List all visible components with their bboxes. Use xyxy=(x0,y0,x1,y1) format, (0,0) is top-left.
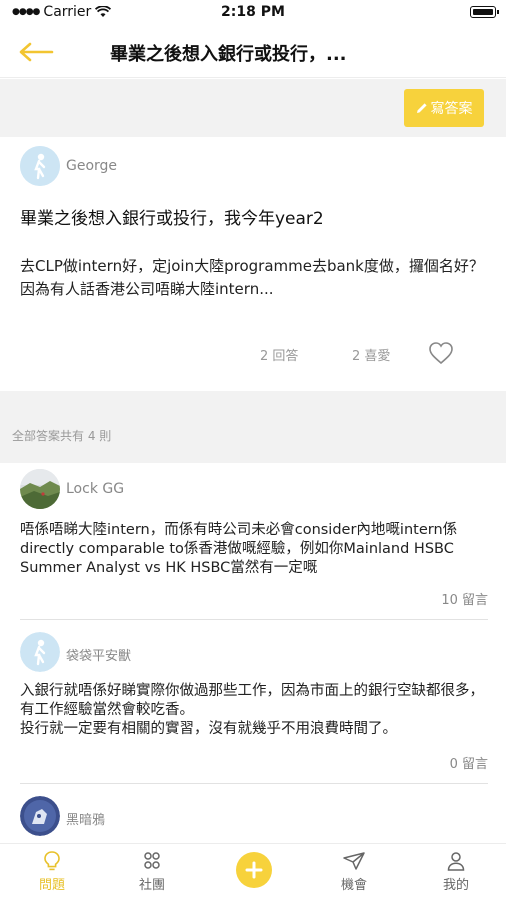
avatar[interactable] xyxy=(20,469,60,509)
landscape-photo-avatar-icon xyxy=(20,469,60,509)
heart-icon xyxy=(429,342,453,365)
question-body: 去CLP做intern好，定join大陸programme去bank度做，攞個名… xyxy=(20,257,484,298)
lightbulb-icon xyxy=(44,851,60,871)
add-question-button[interactable] xyxy=(236,852,272,888)
tab-profile[interactable]: 我的 xyxy=(426,848,486,898)
tab-label: 社團 xyxy=(138,878,165,893)
question-title: 畢業之後想入銀行或投行，我今年year2 xyxy=(20,209,324,229)
question-author[interactable]: George xyxy=(66,158,117,174)
like-button[interactable] xyxy=(428,341,454,365)
page-title: 畢業之後想入銀行或投行，... xyxy=(110,44,347,65)
default-avatar-icon xyxy=(20,632,60,672)
answer-comments-count[interactable]: 0 留言 xyxy=(450,753,488,772)
answer-author[interactable]: Lock GG xyxy=(66,481,124,497)
answers-section-header: 全部答案共有 4 則 xyxy=(0,391,506,463)
likes-count: 2 喜愛 xyxy=(352,349,391,364)
tab-label: 我的 xyxy=(442,878,469,893)
arrow-left-icon xyxy=(19,42,54,62)
status-time: 2:18 PM xyxy=(221,4,285,20)
write-answer-label: 寫答案 xyxy=(430,101,473,117)
battery-icon xyxy=(470,6,499,18)
answers-total-label: 全部答案共有 4 則 xyxy=(12,429,112,443)
write-answer-bar: 寫答案 xyxy=(0,79,506,137)
answer-author[interactable]: 袋袋平安獸 xyxy=(66,645,131,664)
answer-author[interactable]: 黑暗鴉 xyxy=(66,809,105,828)
answers-list[interactable]: Lock GG 唔係唔睇大陸intern，而係有時公司未必會consider內地… xyxy=(0,463,506,843)
back-button[interactable] xyxy=(18,38,60,66)
answer-item[interactable]: 袋袋平安獸 入銀行就唔係好睇實際你做過那些工作，因為市面上的銀行空缺都很多，有工… xyxy=(0,620,506,784)
tab-label: 問題 xyxy=(38,878,65,893)
answer-item[interactable]: Lock GG 唔係唔睇大陸intern，而係有時公司未必會consider內地… xyxy=(0,463,506,620)
tab-label: 機會 xyxy=(340,878,367,893)
default-avatar-icon xyxy=(20,146,60,186)
tab-opportunities[interactable]: 機會 xyxy=(324,848,384,898)
avatar[interactable] xyxy=(20,632,60,672)
question-card: George 畢業之後想入銀行或投行，我今年year2 去CLP做intern好… xyxy=(0,137,506,391)
bottom-tab-bar: 問題 社團 機會 我的 xyxy=(0,843,506,900)
pencil-icon xyxy=(416,103,427,113)
nav-bar: 畢業之後想入銀行或投行，... xyxy=(0,26,506,78)
answer-text: 唔係唔睇大陸intern，而係有時公司未必會consider內地嘅intern係… xyxy=(20,522,458,576)
answers-count: 2 回答 xyxy=(260,349,299,364)
tab-groups[interactable]: 社團 xyxy=(122,848,182,898)
paper-plane-icon xyxy=(343,852,365,870)
profile-icon xyxy=(447,852,465,871)
answer-item[interactable]: 黑暗鴉 xyxy=(0,784,506,843)
avatar[interactable] xyxy=(20,146,60,186)
groups-icon xyxy=(144,852,160,869)
illustrated-avatar-icon xyxy=(20,796,60,836)
avatar[interactable] xyxy=(20,796,60,836)
tab-questions[interactable]: 問題 xyxy=(22,848,82,898)
answer-comments-count[interactable]: 10 留言 xyxy=(441,589,488,608)
status-bar: ●●●● Carrier 2:18 PM xyxy=(0,0,506,26)
answer-text: 入銀行就唔係好睇實際你做過那些工作，因為市面上的銀行空缺都很多，有工作經驗當然會… xyxy=(20,683,484,737)
plus-icon xyxy=(245,861,263,879)
write-answer-button[interactable]: 寫答案 xyxy=(404,89,484,127)
